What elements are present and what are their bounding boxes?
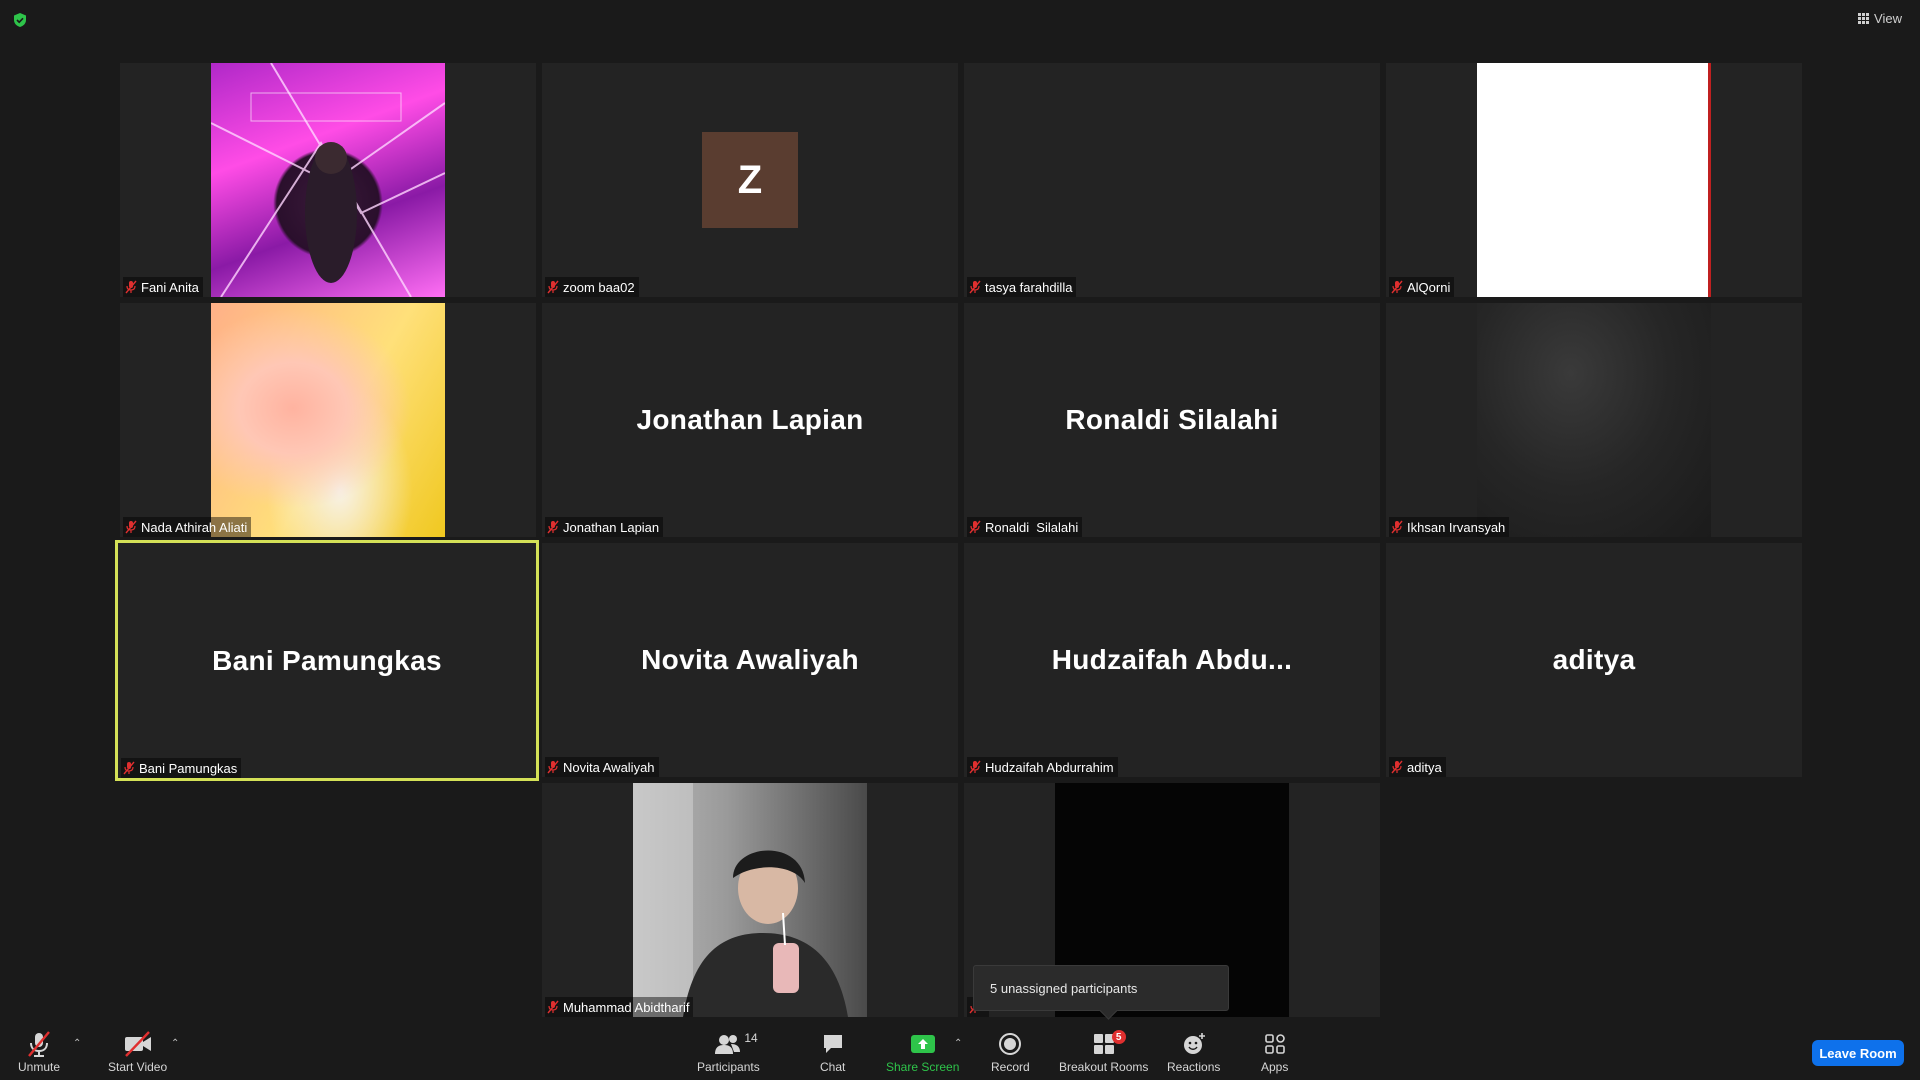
start-video-label: Start Video [108,1060,168,1074]
breakout-rooms-button[interactable]: 5 Breakout Rooms [1059,1030,1148,1074]
participant-video [211,303,445,537]
name-tag: Hudzaifah Abdurrahim [967,757,1118,777]
record-button[interactable]: Record [991,1030,1030,1074]
name-tag: Nada Athirah Aliati [123,517,252,537]
participant-video [211,63,445,297]
view-label: View [1874,11,1902,26]
name-tag: Ikhsan Irvansyah [1389,517,1510,537]
share-screen-label: Share Screen [886,1060,960,1074]
reactions-emoji-icon [1183,1033,1205,1054]
participant-avatar: Z [702,132,798,228]
participant-display-name: Jonathan Lapian [636,404,864,435]
record-label: Record [991,1060,1030,1074]
participant-tile-muhammad-abidtharif[interactable]: Muhammad Abidtharif [542,783,958,1017]
name-tag: aditya [1389,757,1446,777]
participant-tile-ikhsan-irvansyah[interactable]: Ikhsan Irvansyah [1386,303,1802,537]
participant-tile-nada-athirah-aliati[interactable]: Nada Athirah Aliati [120,303,536,537]
neon-lines-decoration [211,63,445,297]
reactions-button[interactable]: Reactions [1167,1030,1220,1074]
meeting-toolbar: Unmute ⌃ Start Video ⌃ 14 Participants C… [0,1024,1920,1080]
participant-tile-alqorni[interactable]: AlQorni [1386,63,1802,297]
muted-mic-icon [547,760,559,774]
name-tag: Bani Pamungkas [121,758,242,778]
muted-mic-icon [547,520,559,534]
participant-video [1477,63,1711,297]
reactions-label: Reactions [1167,1060,1221,1074]
muted-mic-icon [125,280,137,294]
participants-label: Participants [697,1060,760,1074]
start-video-button[interactable]: Start Video [108,1030,167,1074]
participant-tile-bani-pamungkas[interactable]: Bani Pamungkas Bani Pamungkas [115,540,539,781]
unmute-button[interactable]: Unmute [18,1030,60,1074]
record-icon [999,1033,1022,1055]
participant-display-name: Hudzaifah Abdu... [1051,644,1293,675]
participant-tile-aditya[interactable]: aditya aditya [1386,543,1802,777]
encryption-shield-icon[interactable] [12,12,28,28]
participant-tile-tasya-farahdilla[interactable]: tasya farahdilla [964,63,1380,297]
participant-tile-novita-awaliyah[interactable]: Novita Awaliyah Novita Awaliyah [542,543,958,777]
muted-microphone-icon [28,1031,50,1057]
leave-room-button[interactable]: Leave Room [1812,1040,1904,1066]
name-tag: tasya farahdilla [967,277,1077,297]
view-button[interactable]: View [1858,11,1902,26]
name-tag: Fani Anita [123,277,203,297]
participant-tile-jonathan-lapian[interactable]: Jonathan Lapian Jonathan Lapian [542,303,958,537]
participant-display-name: Bani Pamungkas [212,644,442,676]
name-tag: Ronaldi Silalahi [967,517,1083,537]
name-tag: Muhammad Abidtharif [545,997,694,1017]
unassigned-participants-tooltip: 5 unassigned participants [973,965,1229,1011]
muted-mic-icon [123,761,135,775]
audio-options-chevron-icon[interactable]: ⌃ [73,1038,81,1049]
tooltip-text: 5 unassigned participants [990,980,1138,996]
apps-label: Apps [1261,1060,1289,1074]
chat-button[interactable]: Chat [820,1030,845,1074]
muted-mic-icon [969,280,981,294]
participant-display-name: aditya [1552,644,1636,675]
video-options-chevron-icon[interactable]: ⌃ [171,1038,179,1049]
breakout-rooms-label: Breakout Rooms [1059,1060,1149,1074]
name-tag: Novita Awaliyah [545,757,659,777]
muted-mic-icon [547,280,559,294]
muted-mic-icon [125,520,137,534]
share-screen-button[interactable]: Share Screen [886,1030,959,1074]
share-screen-icon [910,1035,935,1053]
participant-tile-zoom-baa02[interactable]: Z zoom baa02 [542,63,958,297]
participant-tile-hudzaifah-abdurrahim[interactable]: Hudzaifah Abdu... Hudzaifah Abdurrahim [964,543,1380,777]
top-bar: View [0,0,1920,40]
participant-video [1477,303,1711,537]
participant-display-name: Novita Awaliyah [641,644,859,675]
unmute-label: Unmute [18,1060,61,1074]
participant-video [633,783,867,1017]
name-tag: Jonathan Lapian [545,517,664,537]
participants-count: 14 [744,1031,758,1045]
muted-mic-icon [969,760,981,774]
participants-icon [715,1035,741,1054]
person-silhouette [633,783,848,1017]
apps-icon [1264,1034,1285,1054]
muted-mic-icon [969,520,981,534]
breakout-rooms-badge: 5 [1111,1030,1126,1044]
chat-label: Chat [820,1060,846,1074]
video-off-icon [124,1031,151,1057]
muted-mic-icon [1391,280,1403,294]
name-tag: zoom baa02 [545,277,639,297]
name-tag: AlQorni [1389,277,1455,297]
share-options-chevron-icon[interactable]: ⌃ [954,1038,962,1049]
participant-display-name: Ronaldi Silalahi [1065,404,1279,435]
participant-tile-fani-anita[interactable]: Fani Anita [120,63,536,297]
muted-mic-icon [1391,760,1403,774]
muted-mic-icon [1391,520,1403,534]
participants-button[interactable]: 14 Participants [697,1030,760,1074]
participant-tile-ronaldi-silalahi[interactable]: Ronaldi Silalahi Ronaldi Silalahi [964,303,1380,537]
grid-view-icon [1858,13,1870,24]
muted-mic-icon [547,1000,559,1014]
chat-icon [823,1035,842,1053]
apps-button[interactable]: Apps [1261,1030,1288,1074]
